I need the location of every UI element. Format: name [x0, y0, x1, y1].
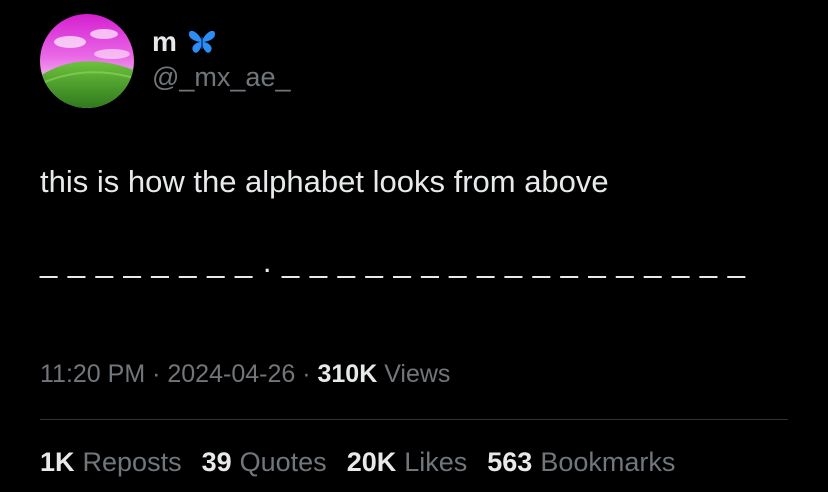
quotes-label: Quotes — [239, 447, 327, 477]
tweet-meta: 11:20 PM · 2024-04-26 · 310K Views — [40, 360, 450, 389]
display-name[interactable]: m — [152, 26, 177, 58]
quotes-count: 39 — [201, 447, 232, 477]
tweet-text-line-1: this is how the alphabet looks from abov… — [40, 164, 609, 199]
tweet-text-line-2: _ _ _ _ _ _ _ _ . _ _ _ _ _ _ _ _ _ _ _ … — [40, 243, 746, 279]
avatar-image — [40, 14, 134, 108]
engagement-stats: 1K Reposts 39 Quotes 20K Likes 563 Bookmarks — [40, 447, 675, 478]
likes-count: 20K — [346, 447, 397, 477]
avatar[interactable] — [40, 14, 134, 108]
author-handle[interactable]: @_mx_ae_ — [152, 62, 290, 93]
bookmarks-count: 563 — [487, 447, 533, 477]
reposts-stat[interactable]: 1K Reposts — [40, 447, 182, 478]
meta-separator: · — [295, 360, 318, 388]
likes-label: Likes — [404, 447, 468, 477]
likes-stat[interactable]: 20K Likes — [347, 447, 468, 478]
meta-separator: · — [145, 360, 168, 388]
butterfly-icon — [188, 30, 215, 53]
tweet-text: this is how the alphabet looks from abov… — [40, 164, 746, 279]
bookmarks-label: Bookmarks — [540, 447, 676, 477]
views-count: 310K — [317, 360, 378, 388]
reposts-count: 1K — [40, 447, 75, 477]
quotes-stat[interactable]: 39 Quotes — [202, 447, 327, 478]
author-name-row: m — [152, 26, 217, 58]
tweet-date[interactable]: 2024-04-26 — [167, 360, 295, 388]
divider — [40, 419, 788, 420]
views-label: Views — [377, 360, 451, 388]
reposts-label: Reposts — [82, 447, 182, 477]
tweet-time[interactable]: 11:20 PM — [40, 360, 145, 388]
bookmarks-stat[interactable]: 563 Bookmarks — [487, 447, 675, 478]
